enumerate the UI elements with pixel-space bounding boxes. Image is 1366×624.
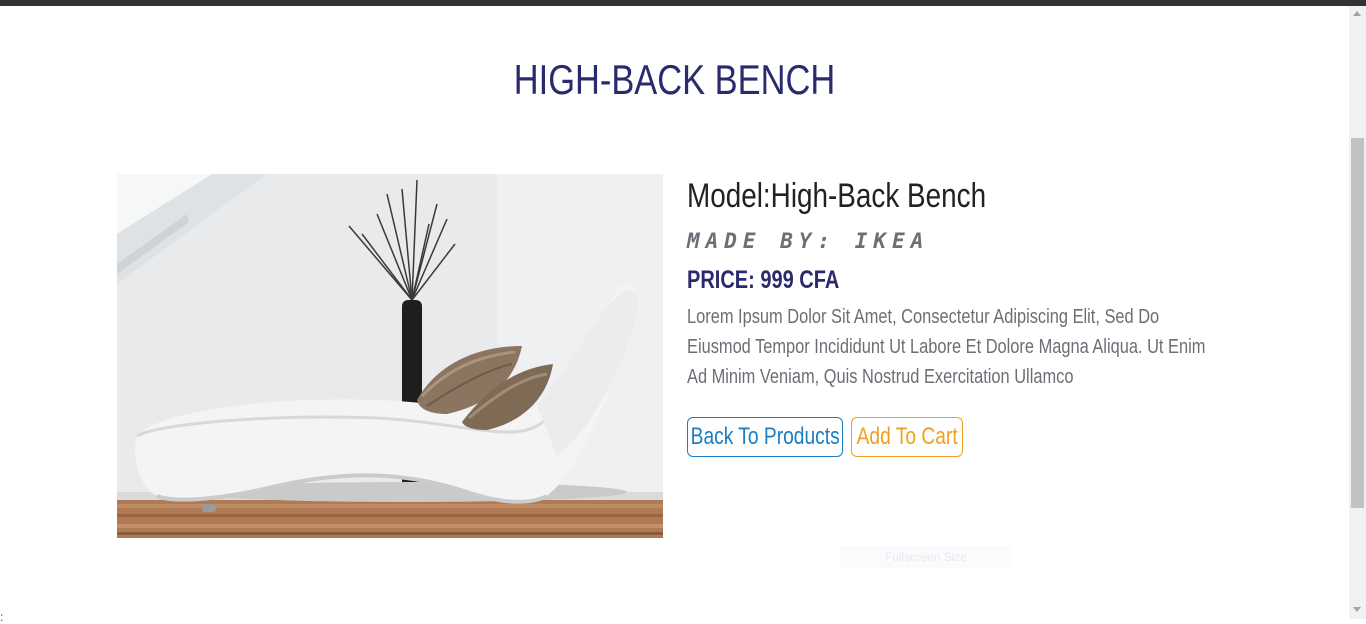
vertical-scrollbar[interactable] [1349,6,1366,619]
action-buttons: Back To Products Add To Cart [687,417,963,457]
back-to-products-label: Back To Products [690,423,840,450]
add-to-cart-label: Add To Cart [856,423,958,450]
product-page: HIGH-BACK BENCH Model:High-Back Bench MA… [0,6,1349,624]
product-description: Lorem Ipsum Dolor Sit Amet, Consectetur … [687,306,1206,388]
product-model: Model:High-Back Bench [687,177,987,215]
product-details: Model:High-Back Bench Made By: IKEA PRIC… [687,174,1247,457]
product-image [117,174,663,538]
scroll-down-arrow-icon[interactable] [1353,607,1361,612]
scrollbar-thumb[interactable] [1351,138,1364,508]
product-price: PRICE: 999 CFA [687,266,840,294]
product-manufacturer: Made By: IKEA [687,229,930,253]
scroll-up-arrow-icon[interactable] [1353,11,1361,16]
back-to-products-button[interactable]: Back To Products [687,417,843,457]
fullscreen-tooltip: Fullscreen Size [840,546,1012,568]
add-to-cart-button[interactable]: Add To Cart [851,417,963,457]
corner-mark: : [0,610,4,624]
chaise-lounge-photo [117,174,663,538]
page-title: HIGH-BACK BENCH [513,56,836,103]
